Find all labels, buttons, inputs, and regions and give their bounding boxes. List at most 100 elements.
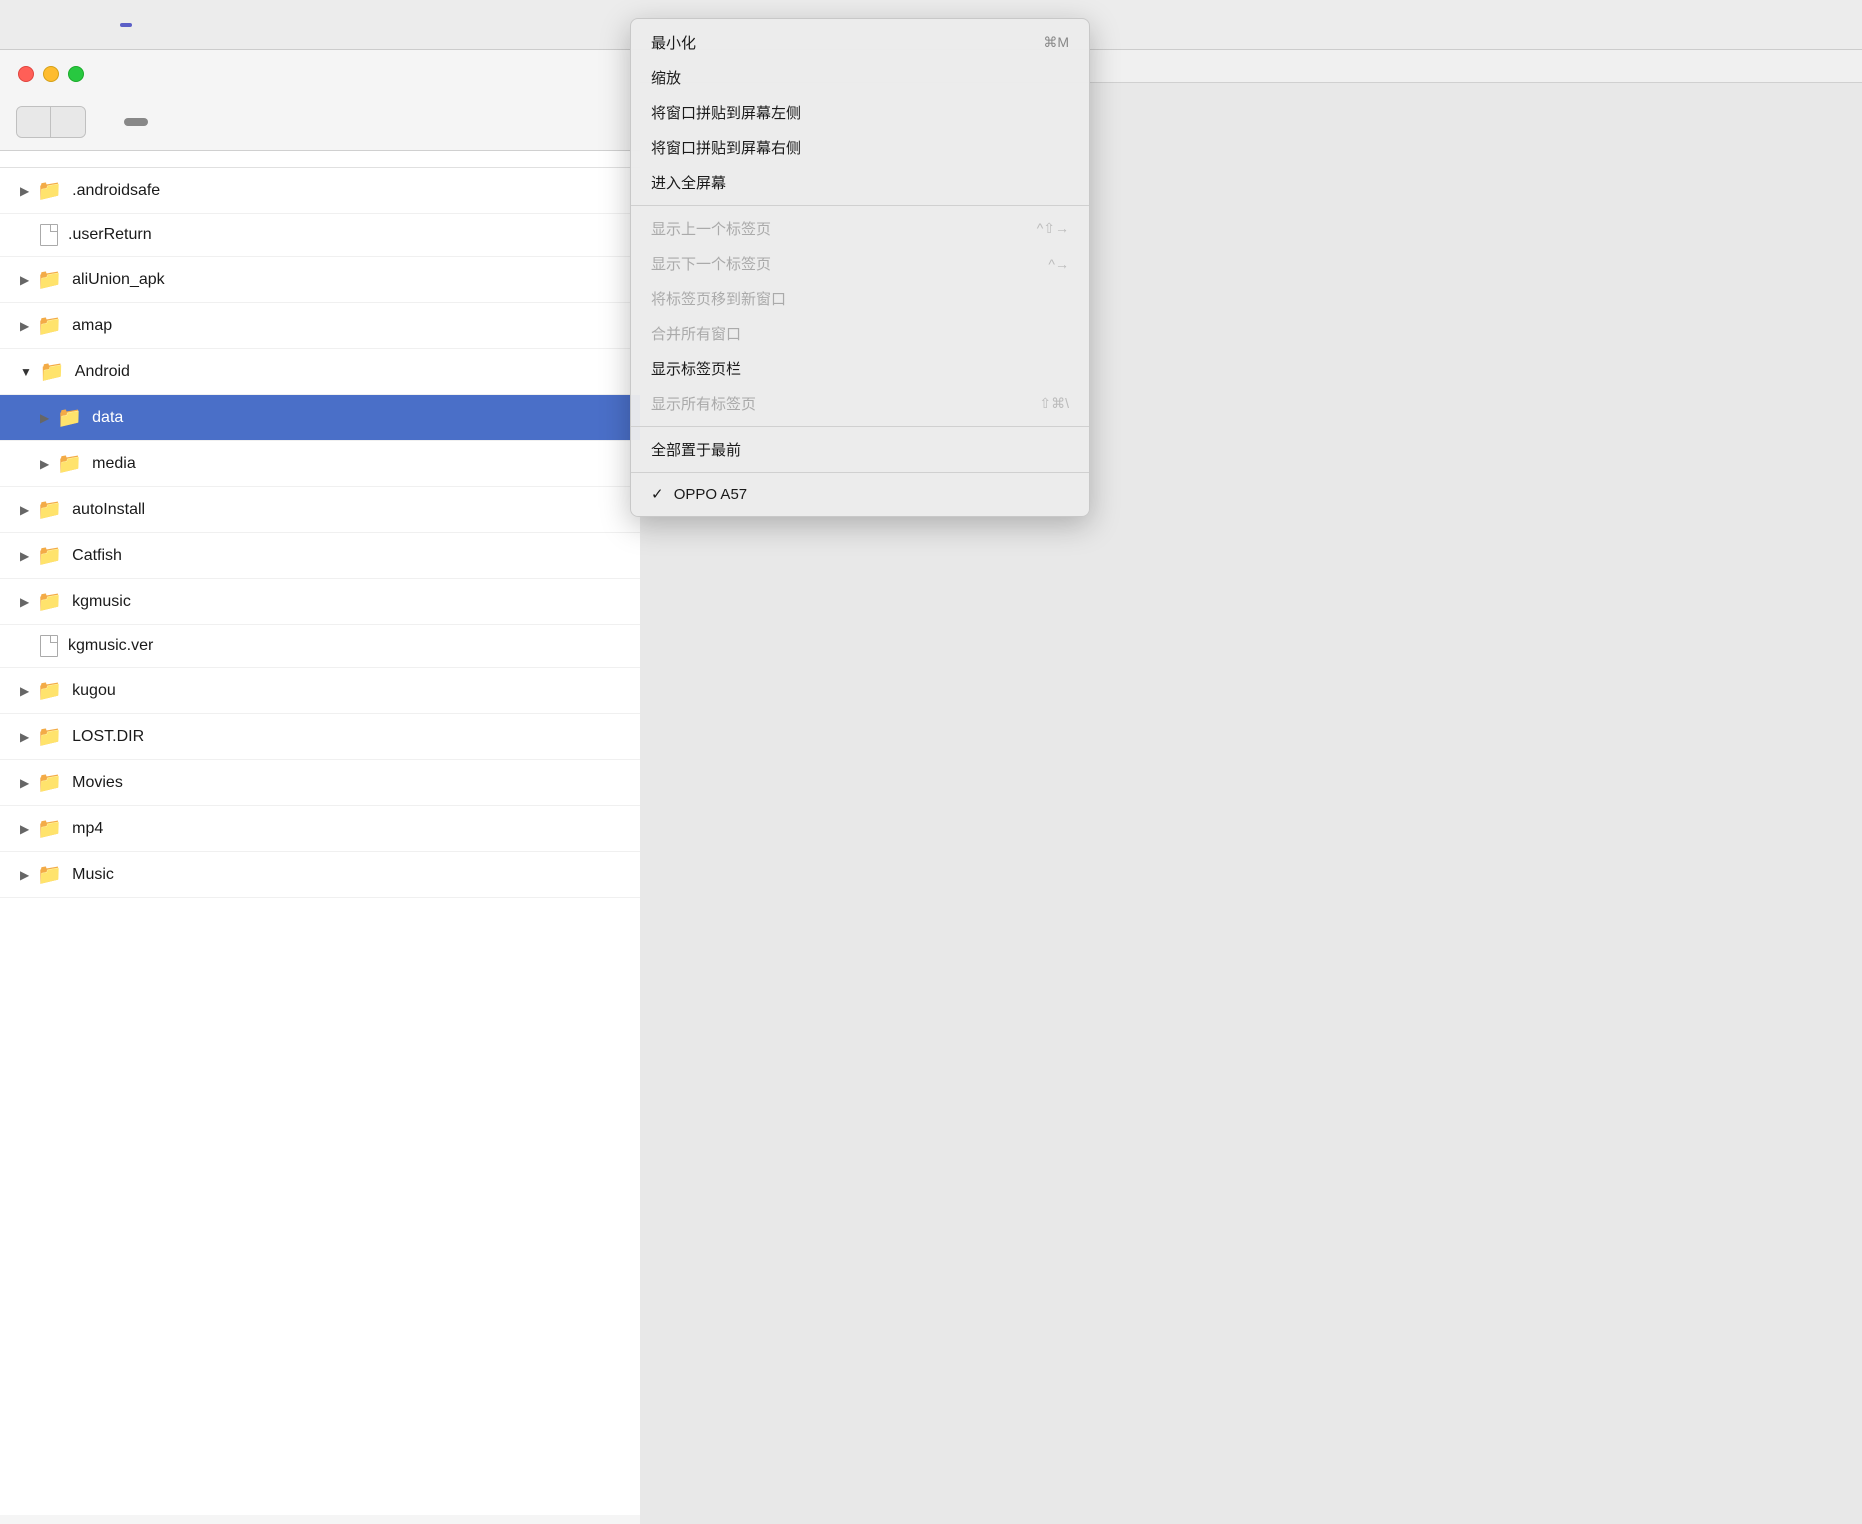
file-name-label: Catfish	[72, 547, 122, 565]
nav-buttons	[16, 106, 86, 138]
file-name-label: mp4	[72, 820, 103, 838]
list-item[interactable]: ▶📁Music	[0, 852, 640, 898]
list-item[interactable]: ▶ 📁 Catfish	[0, 533, 640, 579]
menu-item: 显示上一个标签页^⇧→	[631, 211, 1089, 246]
file-name-label: .androidsafe	[72, 182, 160, 200]
folder-icon: 📁	[37, 543, 62, 568]
folder-icon: 📁	[37, 589, 62, 614]
sd-button[interactable]	[124, 118, 148, 126]
expand-arrow-icon: ▼	[20, 365, 32, 379]
file-name-label: Android	[75, 363, 130, 381]
file-name-label: LOST.DIR	[72, 728, 144, 746]
menu-item[interactable]: 将窗口拼贴到屏幕左侧	[631, 95, 1089, 130]
menu-item-label: 显示标签页栏	[651, 358, 741, 379]
close-button[interactable]	[18, 66, 34, 82]
menu-item[interactable]: 将窗口拼贴到屏幕右侧	[631, 130, 1089, 165]
folder-icon: 📁	[37, 862, 62, 887]
window-menu-dropdown: 最小化⌘M 缩放将窗口拼贴到屏幕左侧将窗口拼贴到屏幕右侧进入全屏幕显示上一个标签页…	[630, 18, 1090, 517]
expand-arrow-icon: ▶	[20, 549, 29, 563]
folder-icon: 📁	[37, 724, 62, 749]
menu-item: 显示所有标签页 ⇧⌘\	[631, 386, 1089, 421]
list-item[interactable]: kgmusic.ver	[0, 625, 640, 668]
menu-item-label: 显示所有标签页	[651, 393, 756, 414]
list-item[interactable]: .userReturn	[0, 214, 640, 257]
menubar-window[interactable]	[120, 23, 132, 27]
list-item[interactable]: ▶📁.androidsafe	[0, 168, 640, 214]
expand-arrow-icon: ▶	[20, 868, 29, 882]
file-area: ▶📁.androidsafe.userReturn▶📁aliUnion_apk▶…	[0, 151, 640, 1515]
column-header	[0, 151, 640, 168]
file-name-label: Movies	[72, 774, 123, 792]
expand-arrow-icon: ▶	[20, 822, 29, 836]
minimize-button[interactable]	[43, 66, 59, 82]
menu-separator	[631, 426, 1089, 427]
menu-shortcut-label: ^⇧→	[1037, 220, 1069, 237]
expand-arrow-icon: ▶	[20, 684, 29, 698]
file-name-label: media	[92, 455, 136, 473]
checkmark-icon: ✓	[651, 486, 668, 503]
folder-icon: 📁	[40, 359, 65, 384]
menubar-help[interactable]	[150, 23, 162, 27]
file-name-label: kgmusic.ver	[68, 637, 153, 655]
menu-item: 显示下一个标签页 ^→	[631, 246, 1089, 281]
list-item[interactable]: ▶📁data	[0, 395, 640, 441]
menu-item-label: 将标签页移到新窗口	[651, 288, 786, 309]
list-item[interactable]: ▶ 📁 kugou	[0, 668, 640, 714]
folder-icon: 📁	[37, 770, 62, 795]
file-name-label: .userReturn	[68, 226, 152, 244]
menu-item-label: 进入全屏幕	[651, 172, 726, 193]
expand-arrow-icon: ▶	[20, 273, 29, 287]
menubar-app[interactable]	[30, 23, 42, 27]
file-icon	[40, 635, 58, 657]
menu-separator	[631, 205, 1089, 206]
menu-item-label: 缩放	[651, 67, 681, 88]
folder-icon: 📁	[37, 178, 62, 203]
back-button[interactable]	[17, 107, 51, 137]
menu-item-label: 将窗口拼贴到屏幕右侧	[651, 137, 801, 158]
menu-item[interactable]: ✓ OPPO A57	[631, 478, 1089, 510]
menubar-execute[interactable]	[90, 23, 102, 27]
menu-item[interactable]: 全部置于最前	[631, 432, 1089, 467]
menu-item-label: 将窗口拼贴到屏幕左侧	[651, 102, 801, 123]
forward-button[interactable]	[51, 107, 85, 137]
expand-arrow-icon: ▶	[20, 595, 29, 609]
menu-item[interactable]: 显示标签页栏	[631, 351, 1089, 386]
list-item[interactable]: ▶ 📁 Movies	[0, 760, 640, 806]
menu-item: 合并所有窗口	[631, 316, 1089, 351]
expand-arrow-icon: ▶	[40, 457, 49, 471]
expand-arrow-icon: ▶	[20, 776, 29, 790]
menu-item[interactable]: 进入全屏幕	[631, 165, 1089, 200]
file-name-label: autoInstall	[72, 501, 145, 519]
fullscreen-button[interactable]	[68, 66, 84, 82]
menu-item-label: 显示下一个标签页	[651, 253, 771, 274]
folder-icon: 📁	[37, 267, 62, 292]
file-icon	[40, 224, 58, 246]
menu-item-label: 全部置于最前	[651, 439, 741, 460]
folder-icon: 📁	[37, 678, 62, 703]
expand-arrow-icon: ▶	[20, 503, 29, 517]
menu-shortcut-label: ⌘M	[1043, 34, 1069, 51]
list-item[interactable]: ▼ 📁 Android	[0, 349, 640, 395]
menu-item-label: ✓ OPPO A57	[651, 485, 747, 503]
menu-item: 将标签页移到新窗口	[631, 281, 1089, 316]
expand-arrow-icon: ▶	[20, 730, 29, 744]
menu-shortcut-label: ⇧⌘\	[1039, 395, 1069, 412]
list-item[interactable]: ▶ 📁 mp4	[0, 806, 640, 852]
list-item[interactable]: ▶📁amap	[0, 303, 640, 349]
menu-item-label: 合并所有窗口	[651, 323, 741, 344]
list-item[interactable]: ▶📁autoInstall	[0, 487, 640, 533]
list-item[interactable]: ▶📁media	[0, 441, 640, 487]
toolbar	[0, 98, 640, 151]
file-name-label: data	[92, 409, 123, 427]
list-item[interactable]: ▶📁kgmusic	[0, 579, 640, 625]
list-item[interactable]: ▶ 📁 aliUnion_apk	[0, 257, 640, 303]
list-item[interactable]: ▶ 📁 LOST.DIR	[0, 714, 640, 760]
menubar-file[interactable]	[60, 23, 72, 27]
menu-item[interactable]: 最小化⌘M	[631, 25, 1089, 60]
menu-shortcut-label: ^→	[1048, 256, 1069, 272]
menu-item[interactable]: 缩放	[631, 60, 1089, 95]
folder-icon: 📁	[37, 816, 62, 841]
file-name-label: aliUnion_apk	[72, 271, 165, 289]
main-window: ▶📁.androidsafe.userReturn▶📁aliUnion_apk▶…	[0, 50, 640, 1524]
file-name-label: kugou	[72, 682, 116, 700]
